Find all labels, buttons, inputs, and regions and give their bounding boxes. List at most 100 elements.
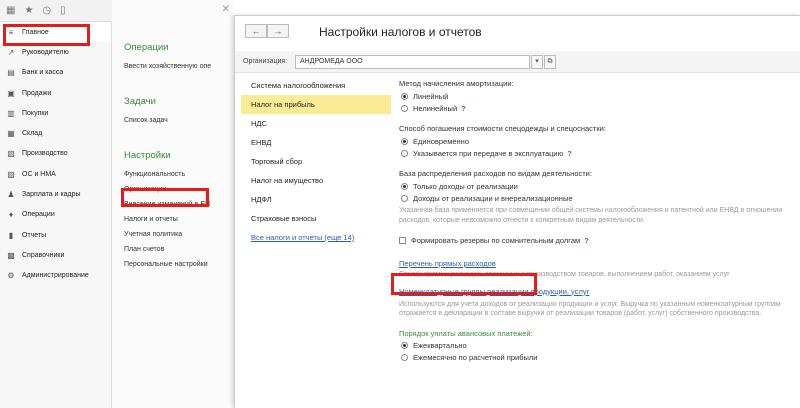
- section-label: Руководителю: [22, 48, 69, 56]
- section-item[interactable]: ♟ Зарплата и кадры: [0, 184, 111, 204]
- radio-icon: [401, 354, 408, 361]
- section-item[interactable]: ▥ Покупки: [0, 103, 111, 123]
- help-icon[interactable]: ?: [584, 236, 589, 245]
- expense-sales-nonoperating-radio[interactable]: Доходы от реализации и внереализационные: [399, 192, 797, 204]
- section-item[interactable]: ▣ Продажи: [0, 83, 111, 103]
- assets-icon: ▨: [7, 169, 15, 179]
- section-item[interactable]: ▩ Справочники: [0, 245, 111, 265]
- all-taxes-link[interactable]: Все налоги и отчеты (еще 14): [241, 228, 391, 247]
- apps-icon[interactable]: ▦: [6, 5, 15, 16]
- tasks-heading: Задачи: [124, 96, 156, 107]
- section-nav-panel: ✕ Операции Ввести хозяйственную опе Зада…: [112, 0, 234, 408]
- radio-icon: [401, 149, 408, 157]
- section-label: Справочники: [22, 251, 65, 259]
- tax-list-item[interactable]: Страховые взносы: [241, 209, 391, 228]
- amortization-linear-radio[interactable]: Линейный: [399, 90, 797, 102]
- catalog-icon: ▩: [7, 250, 15, 260]
- dropdown-icon[interactable]: ▾: [531, 55, 543, 69]
- nav-link-task-list[interactable]: Список задач: [124, 113, 234, 128]
- advance-quarterly-radio[interactable]: Ежеквартально: [399, 340, 797, 352]
- close-icon[interactable]: ✕: [222, 4, 230, 15]
- tax-list-item[interactable]: Система налогообложения: [241, 76, 391, 95]
- section-label: Операции: [22, 211, 55, 219]
- tax-list-item[interactable]: ЕНВД: [241, 133, 391, 152]
- tax-settings-form: ← → Настройки налогов и отчетов Организа…: [234, 15, 800, 408]
- people-icon: ♟: [7, 190, 15, 200]
- bank-icon: ▤: [7, 68, 15, 78]
- warehouse-icon: ▦: [7, 129, 15, 139]
- direct-expenses-link[interactable]: Перечень прямых расходов: [399, 258, 797, 270]
- history-nav: ← →: [245, 24, 289, 38]
- star-icon[interactable]: ★: [24, 5, 33, 16]
- section-item[interactable]: ▦ Склад: [0, 123, 111, 143]
- overalls-on-transfer-radio[interactable]: Указывается при передаче в эксплуатацию?: [399, 147, 797, 159]
- form-title: Настройки налогов и отчетов: [319, 25, 482, 39]
- expense-base-label: База распределения расходов по видам дея…: [399, 169, 592, 178]
- help-icon[interactable]: ?: [461, 104, 466, 113]
- radio-checked-icon: [401, 182, 408, 190]
- section-item[interactable]: ♦ Операции: [0, 205, 111, 225]
- tax-list-item[interactable]: НДС: [241, 114, 391, 133]
- section-label: Банк и касса: [22, 69, 64, 77]
- expense-base-note: Указанная база применяется при совмещени…: [399, 207, 783, 224]
- section-label: ОС и НМА: [22, 170, 56, 178]
- nav-link-enter-operation[interactable]: Ввести хозяйственную опе: [124, 59, 234, 74]
- sections-panel: ≡ Главное ↗ Руководителю ▤ Банк и касса ▣ Прода…: [0, 22, 112, 408]
- item-groups-note: Используются для учета доходов от реализ…: [399, 300, 781, 318]
- amortization-nonlinear-radio[interactable]: Нелинейный?: [399, 102, 797, 114]
- radio-checked-icon: [401, 137, 408, 145]
- nav-link-chart-of-accounts[interactable]: План счетов: [124, 242, 234, 257]
- section-label: Продажи: [22, 89, 52, 97]
- settings-column: Метод начисления амортизации: Линейный Н…: [399, 78, 797, 408]
- nav-link-accounting-policy[interactable]: Учетная политика: [124, 227, 234, 242]
- nav-link-taxes-reports[interactable]: Налоги и отчеты: [124, 212, 234, 227]
- tax-list: Система налогообложения Налог на прибыль Н…: [241, 76, 391, 408]
- section-label: Склад: [22, 130, 43, 138]
- radio-checked-icon: [401, 92, 408, 100]
- amortization-label: Метод начисления амортизации:: [399, 79, 514, 88]
- operations-heading: Операции: [124, 42, 169, 53]
- organization-field[interactable]: АНДРОМЕДА ООО: [295, 55, 530, 69]
- gear-icon: ⚙: [7, 271, 15, 281]
- tax-list-item[interactable]: Торговый сбор: [241, 152, 391, 171]
- section-item[interactable]: ▤ Банк и касса: [0, 63, 111, 83]
- item-groups-link[interactable]: Номенклатурные группы реализации продукц…: [399, 286, 797, 298]
- reserves-checkbox[interactable]: Формировать резервы по сомнительным долг…: [399, 234, 797, 246]
- section-label: Производство: [22, 150, 68, 158]
- radio-icon: [401, 104, 408, 112]
- expense-sales-only-radio[interactable]: Только доходы от реализации: [399, 180, 797, 192]
- nav-link-changes[interactable]: Внесение изменений в ЕП: [124, 197, 234, 212]
- history-icon[interactable]: ◷: [42, 5, 51, 16]
- factory-icon: ▧: [7, 149, 15, 159]
- section-label: Главное: [22, 28, 49, 36]
- checkbox-icon: [399, 236, 406, 244]
- settings-heading: Настройки: [124, 150, 171, 161]
- section-item[interactable]: ↗ Руководителю: [0, 42, 111, 62]
- section-label: Зарплата и кадры: [22, 191, 81, 199]
- tax-list-item[interactable]: НДФЛ: [241, 190, 391, 209]
- section-item[interactable]: ▮ Отчеты: [0, 225, 111, 245]
- tax-list-item[interactable]: Налог на прибыль: [241, 95, 391, 114]
- advance-monthly-radio[interactable]: Ежемесячно по расчетной прибыли: [399, 352, 797, 364]
- operations-icon: ♦: [8, 210, 14, 220]
- overalls-onetime-radio[interactable]: Единовременно: [399, 135, 797, 147]
- radio-checked-icon: [401, 342, 408, 349]
- back-button[interactable]: ←: [245, 24, 267, 38]
- section-item[interactable]: ≡ Главное: [0, 22, 111, 43]
- trend-icon: ↗: [7, 47, 15, 57]
- tax-list-item[interactable]: Налог на имущество: [241, 171, 391, 190]
- section-item[interactable]: ▨ ОС и НМА: [0, 164, 111, 184]
- nav-link-functionality[interactable]: Функциональность: [124, 167, 234, 182]
- open-icon[interactable]: ⧉: [544, 55, 556, 69]
- radio-icon: [401, 194, 408, 202]
- nav-link-personal-settings[interactable]: Персональные настройки: [124, 257, 234, 272]
- nav-link-organizations[interactable]: Организации: [124, 182, 234, 197]
- help-icon[interactable]: ?: [567, 149, 572, 158]
- section-item[interactable]: ▧ Производство: [0, 144, 111, 164]
- section-item[interactable]: ⚙ Администрирование: [0, 266, 111, 286]
- section-label: Администрирование: [22, 272, 89, 280]
- forward-button[interactable]: →: [267, 24, 289, 38]
- organization-label: Организация:: [243, 58, 288, 65]
- bookmark-icon[interactable]: ▯: [60, 5, 66, 16]
- direct-expenses-note: Список прямых расходов, связанных с прои…: [399, 271, 730, 278]
